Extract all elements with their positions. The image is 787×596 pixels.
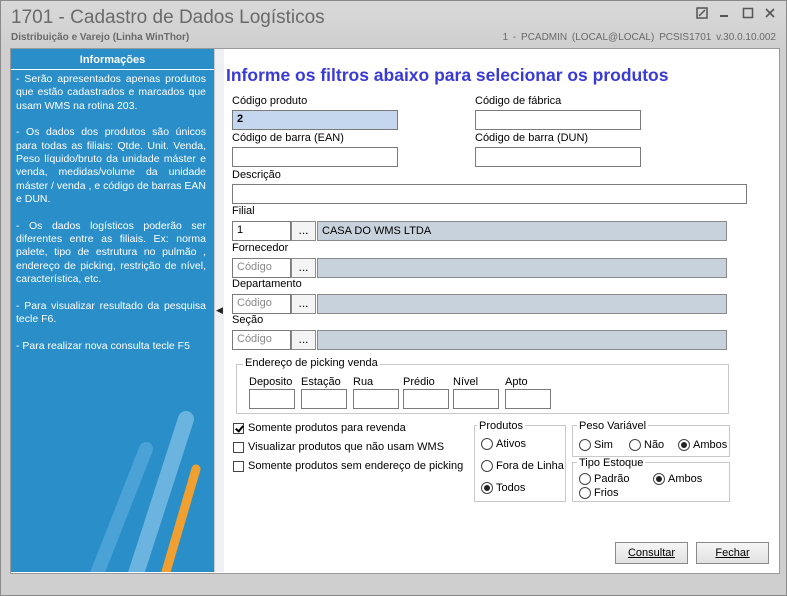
departamento-code-input[interactable]: Código — [232, 294, 291, 314]
departamento-lookup-button[interactable]: ... — [291, 294, 316, 314]
codigo-produto-input[interactable]: 2 — [232, 110, 398, 130]
estoque-frios-radio[interactable] — [579, 487, 591, 499]
maximize-icon[interactable] — [739, 5, 757, 23]
departamento-name-field — [317, 294, 727, 314]
peso-ambos-radio[interactable] — [678, 439, 690, 451]
nivel-input[interactable] — [453, 389, 499, 409]
produtos-group-title: Produtos — [477, 420, 526, 432]
consultar-button[interactable]: Consultar — [615, 542, 688, 564]
peso-variavel-group: Peso Variável Sim Não Ambos — [572, 420, 730, 457]
sem-picking-checkbox[interactable] — [233, 461, 244, 472]
codigo-produto-label: Código produto — [232, 95, 308, 107]
window-subtitle: Distribuição e Varejo (Linha WinThor) — [11, 32, 190, 43]
filter-form: Informe os filtros abaixo para seleciona… — [224, 49, 779, 572]
nao-wms-checkbox[interactable] — [233, 442, 244, 453]
fornecedor-lookup-button[interactable]: ... — [291, 258, 316, 278]
filial-name-field: CASA DO WMS LTDA — [317, 221, 727, 241]
predio-input[interactable] — [403, 389, 449, 409]
todos-radio-label[interactable]: Todos — [496, 482, 525, 494]
user-info: 1 - PCADMIN (LOCAL@LOCAL) PCSIS1701 v.30… — [502, 32, 776, 43]
deposito-input[interactable] — [249, 389, 295, 409]
form-heading: Informe os filtros abaixo para seleciona… — [226, 65, 669, 85]
info-paragraph: - Para realizar nova consulta tecle F5 — [16, 339, 190, 352]
revenda-checkbox-label[interactable]: Somente produtos para revenda — [248, 422, 406, 434]
peso-sim-radio-label[interactable]: Sim — [594, 439, 613, 451]
estacao-input[interactable] — [301, 389, 347, 409]
apto-input[interactable] — [505, 389, 551, 409]
predio-label: Prédio — [403, 376, 435, 388]
deposito-label: Deposito — [249, 376, 293, 388]
filial-lookup-button[interactable]: ... — [291, 221, 316, 241]
apto-label: Apto — [505, 376, 528, 388]
secao-label: Seção — [232, 314, 264, 326]
restore-icon[interactable] — [693, 5, 711, 23]
filial-code-input[interactable]: 1 — [232, 221, 291, 241]
ativos-radio-label[interactable]: Ativos — [496, 438, 526, 450]
estoque-frios-radio-label[interactable]: Frios — [594, 487, 618, 499]
produtos-group: Produtos Ativos Fora de Linha Todos — [474, 420, 566, 502]
codigo-fabrica-label: Código de fábrica — [475, 95, 562, 107]
info-paragraph: - Os dados logísticos poderão ser difere… — [16, 219, 206, 286]
peso-nao-radio-label[interactable]: Não — [644, 439, 664, 451]
filial-label: Filial — [232, 205, 255, 217]
descricao-label: Descrição — [232, 169, 281, 181]
picking-group-title: Endereço de picking venda — [243, 357, 380, 369]
close-icon[interactable] — [761, 5, 779, 23]
sidebar-splitter[interactable]: ◀ — [214, 49, 224, 572]
estoque-ambos-radio-label[interactable]: Ambos — [668, 473, 702, 485]
descricao-input[interactable] — [232, 184, 747, 204]
fornecedor-label: Fornecedor — [232, 242, 289, 254]
fora-de-linha-radio[interactable] — [481, 460, 493, 472]
nao-wms-checkbox-label[interactable]: Visualizar produtos que não usam WMS — [248, 441, 444, 453]
revenda-checkbox[interactable] — [233, 423, 244, 434]
client-area: Informações - Serão apresentados apenas … — [10, 48, 780, 574]
title-bar: 1701 - Cadastro de Dados Logísticos Dist… — [1, 1, 786, 47]
sem-picking-checkbox-label[interactable]: Somente produtos sem endereço de picking — [248, 460, 463, 472]
app-window: 1701 - Cadastro de Dados Logísticos Dist… — [0, 0, 787, 596]
estacao-label: Estação — [301, 376, 341, 388]
rua-input[interactable] — [353, 389, 399, 409]
codigo-fabrica-input[interactable] — [475, 110, 641, 130]
peso-ambos-radio-label[interactable]: Ambos — [693, 439, 727, 451]
codigo-dun-input[interactable] — [475, 147, 641, 167]
todos-radio[interactable] — [481, 482, 493, 494]
secao-code-input[interactable]: Código — [232, 330, 291, 350]
codigo-ean-input[interactable] — [232, 147, 398, 167]
sidebar-text: - Serão apresentados apenas produtos que… — [16, 73, 206, 366]
window-title: 1701 - Cadastro de Dados Logísticos — [11, 7, 325, 28]
codigo-ean-label: Código de barra (EAN) — [232, 132, 344, 144]
collapse-arrow-icon[interactable]: ◀ — [216, 305, 223, 316]
secao-lookup-button[interactable]: ... — [291, 330, 316, 350]
info-paragraph: - Os dados dos produtos são únicos para … — [16, 126, 206, 206]
peso-nao-radio[interactable] — [629, 439, 641, 451]
estoque-padrao-radio-label[interactable]: Padrão — [594, 473, 629, 485]
fechar-button[interactable]: Fechar — [696, 542, 769, 564]
estoque-padrao-radio[interactable] — [579, 473, 591, 485]
estoque-ambos-radio[interactable] — [653, 473, 665, 485]
picking-group: Endereço de picking venda Deposito Estaç… — [236, 357, 729, 414]
info-sidebar: Informações - Serão apresentados apenas … — [11, 49, 214, 572]
ativos-radio[interactable] — [481, 438, 493, 450]
tipo-estoque-group-title: Tipo Estoque — [577, 457, 646, 469]
info-paragraph: - Para visualizar resultado da pesquisa … — [16, 299, 206, 326]
rua-label: Rua — [353, 376, 374, 388]
minimize-icon[interactable] — [715, 5, 733, 23]
info-paragraph: - Serão apresentados apenas produtos que… — [16, 73, 206, 112]
codigo-dun-label: Código de barra (DUN) — [475, 132, 589, 144]
fornecedor-code-input[interactable]: Código — [232, 258, 291, 278]
fora-de-linha-radio-label[interactable]: Fora de Linha — [496, 460, 564, 472]
secao-name-field — [317, 330, 727, 350]
fornecedor-name-field — [317, 258, 727, 278]
tipo-estoque-group: Tipo Estoque Padrão Ambos Frios — [572, 457, 730, 502]
sidebar-heading: Informações — [11, 52, 214, 70]
peso-sim-radio[interactable] — [579, 439, 591, 451]
departamento-label: Departamento — [232, 278, 302, 290]
peso-variavel-group-title: Peso Variável — [577, 420, 649, 432]
nivel-label: Nível — [453, 376, 479, 388]
